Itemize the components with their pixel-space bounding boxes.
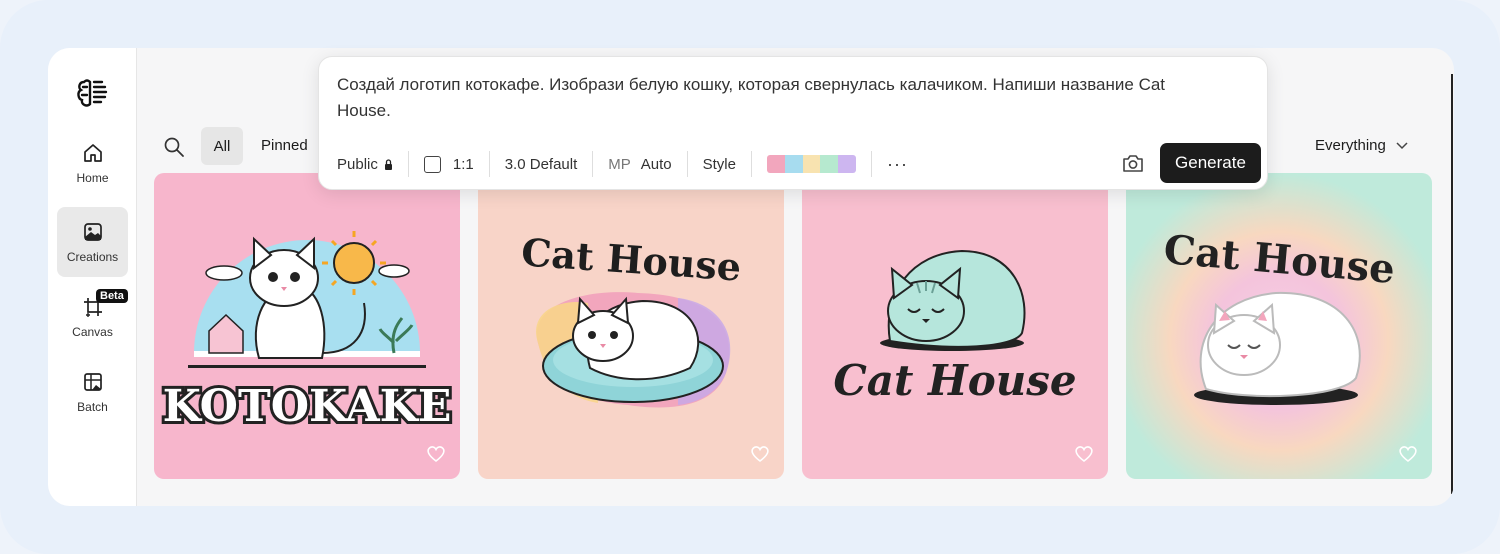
scope-dropdown[interactable]: Everything (1315, 137, 1408, 154)
creation-card[interactable]: Cat House (478, 173, 784, 479)
palette-swatch (802, 155, 821, 173)
heart-icon[interactable] (1074, 445, 1094, 463)
beta-badge: Beta (96, 289, 128, 303)
chevron-down-icon (1396, 141, 1408, 149)
scrollbar[interactable] (1451, 74, 1453, 494)
divider (488, 151, 490, 177)
palette-swatch (838, 155, 856, 173)
visibility-toggle[interactable]: Public (337, 156, 393, 173)
sidebar-item-label: Canvas (72, 325, 113, 339)
lock-icon (384, 158, 392, 170)
divider (407, 151, 409, 177)
model-selector[interactable]: 3.0 Default (505, 156, 578, 173)
mp-selector[interactable]: MP Auto (608, 156, 671, 173)
visibility-label: Public (337, 155, 378, 173)
cat-logo-image: KOTOKAKE (154, 173, 460, 479)
palette-swatch (766, 155, 785, 173)
aspect-ratio-label: 1:1 (452, 155, 474, 173)
creation-card[interactable]: Cat House (802, 173, 1108, 479)
more-options-button[interactable]: ··· (887, 154, 908, 175)
creation-card[interactable]: Cat House (1126, 173, 1432, 479)
sidebar-item-batch[interactable]: Batch (57, 357, 128, 427)
creations-grid: KOTOKAKE Cat House Cat House Cat House (154, 173, 1432, 479)
brain-logo-icon[interactable] (75, 76, 109, 110)
prompt-toolbar: Public 1:1 3.0 Default MP Auto Style ··· (337, 151, 908, 177)
heart-icon[interactable] (426, 445, 446, 463)
aspect-ratio-selector[interactable]: 1:1 (423, 155, 474, 173)
color-palette-selector[interactable] (766, 155, 856, 173)
sidebar-item-label: Creations (66, 250, 119, 264)
cat-logo-image: Cat House (1126, 173, 1432, 479)
prompt-input[interactable]: Создай логотип котокафе. Изобрази белую … (337, 72, 1217, 124)
palette-swatch (784, 155, 803, 173)
grid-image-icon (83, 373, 102, 391)
mp-key-label: MP (608, 155, 631, 173)
sidebar-item-creations[interactable]: Creations (57, 207, 128, 277)
style-label: Style (702, 155, 736, 173)
cat-logo-image: Cat House (802, 173, 1108, 479)
sidebar-item-home[interactable]: Home (57, 128, 128, 198)
sidebar-item-label: Batch (77, 400, 108, 414)
scope-dropdown-label: Everything (1315, 137, 1386, 154)
palette-swatch (820, 155, 839, 173)
heart-icon[interactable] (750, 445, 770, 463)
camera-icon[interactable] (1122, 153, 1144, 173)
divider (592, 151, 594, 177)
search-icon[interactable] (163, 136, 185, 158)
sidebar-item-label: Home (76, 171, 109, 185)
filter-pinned-button[interactable]: Pinned (261, 137, 308, 154)
generate-button[interactable]: Generate (1160, 143, 1261, 183)
divider (686, 151, 688, 177)
divider (870, 151, 872, 177)
home-icon (83, 144, 102, 162)
image-icon (83, 223, 102, 241)
divider (750, 151, 752, 177)
creation-card[interactable]: KOTOKAKE (154, 173, 460, 479)
cat-logo-image: Cat House (478, 173, 784, 479)
filter-all-button[interactable]: All (201, 127, 243, 165)
style-selector[interactable]: Style (703, 156, 736, 173)
card-caption: KOTOKAKE (163, 381, 452, 432)
mp-value-label: Auto (640, 155, 672, 173)
heart-icon[interactable] (1398, 445, 1418, 463)
card-caption: Cat House (833, 356, 1076, 405)
aspect-ratio-icon (423, 155, 441, 173)
sidebar: Home Creations Canvas Beta Batch (48, 48, 137, 506)
model-label: 3.0 Default (504, 155, 578, 173)
prompt-panel: Создай логотип котокафе. Изобрази белую … (318, 56, 1268, 190)
